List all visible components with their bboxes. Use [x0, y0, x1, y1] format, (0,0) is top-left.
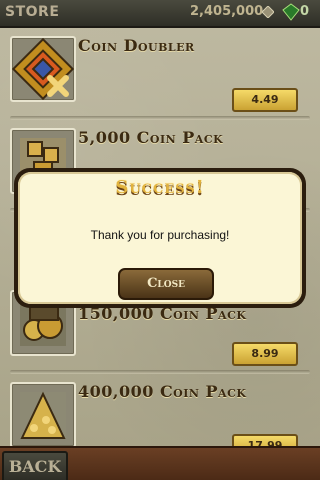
dialog-body: Success! Thank you for purchasing! Close: [18, 172, 302, 304]
dialog-message: Thank you for purchasing!: [90, 228, 230, 242]
close-button[interactable]: Close: [118, 268, 214, 300]
dialog-title: Success!: [115, 177, 205, 198]
success-dialog: Success! Thank you for purchasing! Close: [14, 168, 306, 308]
store-screen: STORE 2,405,000 0 Coin Doubler 4.49 5,00…: [0, 0, 320, 480]
